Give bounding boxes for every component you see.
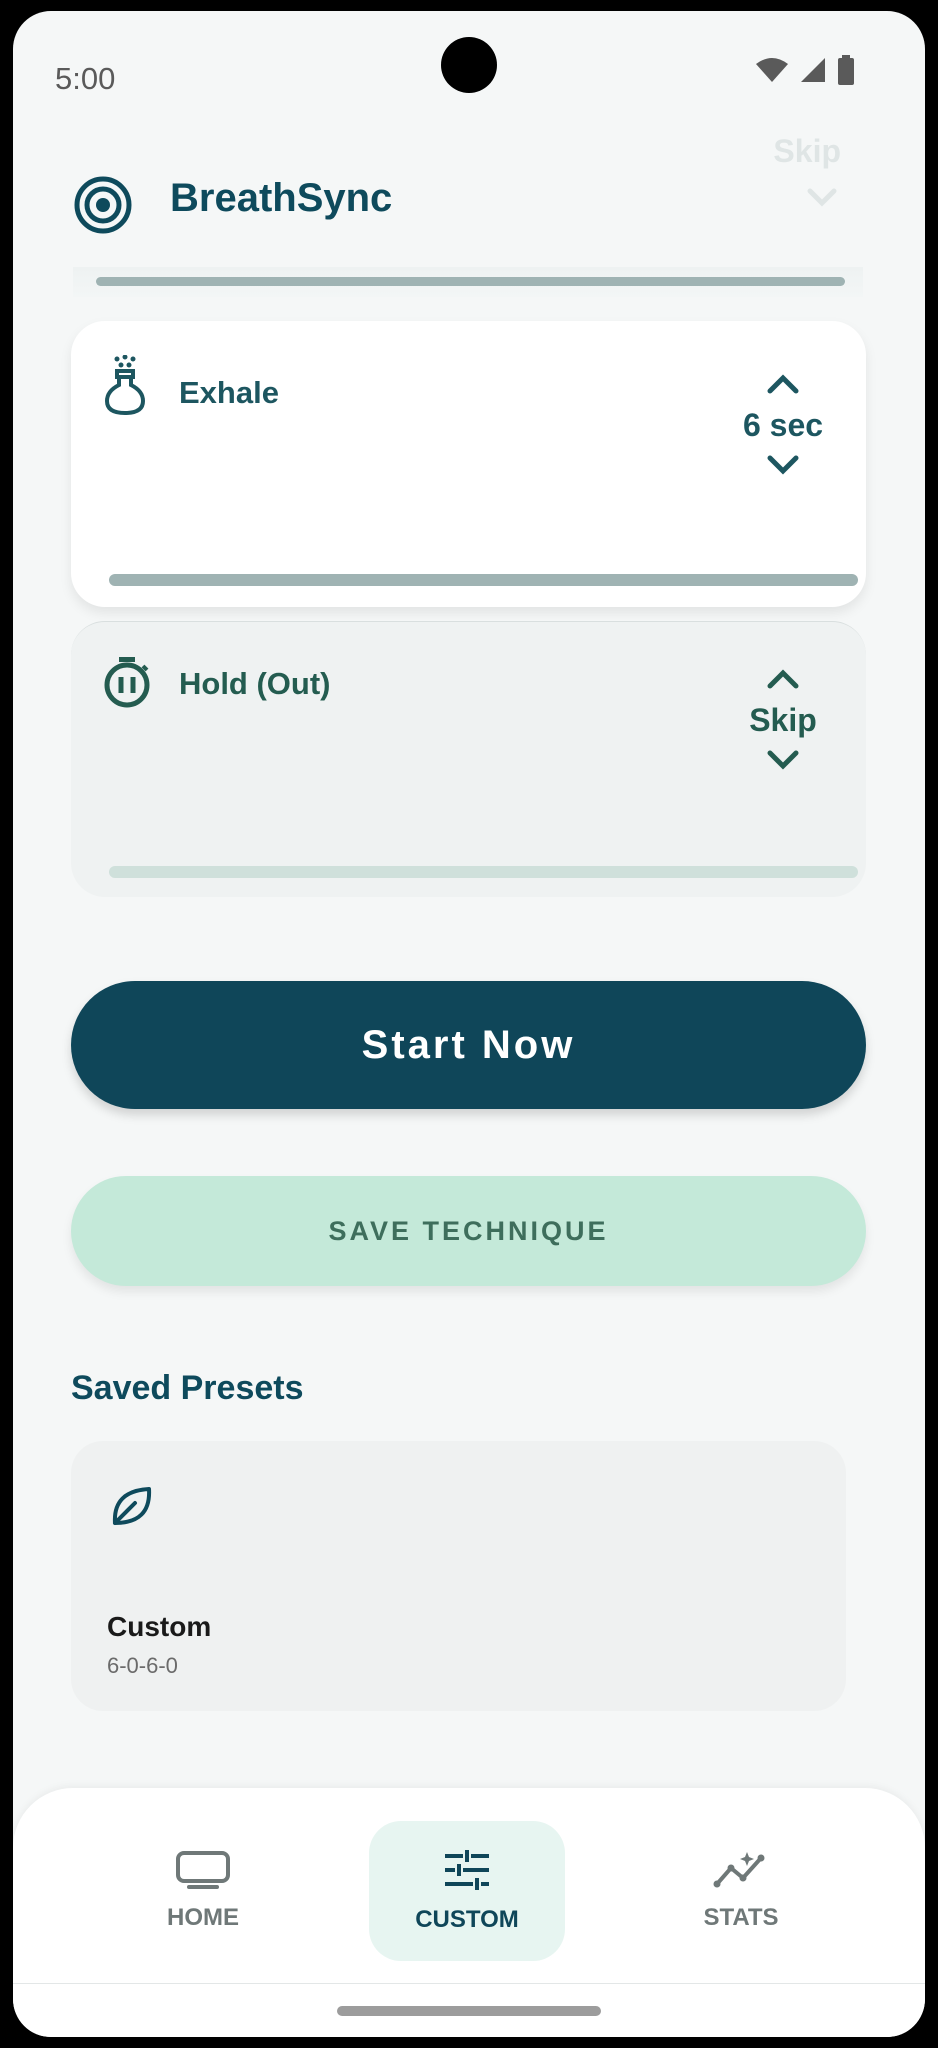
duration-value: Skip — [749, 702, 817, 738]
nav-divider — [13, 1983, 925, 1984]
nav-stats[interactable]: STATS — [643, 1821, 839, 1961]
previous-phase-progress — [96, 277, 845, 286]
stopwatch-icon — [101, 656, 153, 713]
preset-name: Custom — [107, 1611, 212, 1642]
status-time: 5:00 — [55, 61, 116, 96]
nav-label: STATS — [703, 1904, 779, 1931]
tv-icon — [176, 1851, 230, 1889]
leaf-icon — [109, 1483, 155, 1534]
bottom-navigation: HOME CUSTOM STATS — [13, 1788, 925, 2037]
phase-label: Hold (Out) — [179, 666, 331, 701]
phase-card-exhale[interactable]: Exhale 6 sec — [71, 321, 866, 607]
phase-card-hold-out[interactable]: Hold (Out) Skip — [71, 621, 866, 897]
phase-progress-bar — [109, 574, 858, 586]
nav-label: HOME — [167, 1904, 239, 1931]
duration-value: 6 sec — [742, 407, 824, 443]
save-technique-button[interactable]: SAVE TECHNIQUE — [71, 1176, 866, 1286]
nav-home[interactable]: HOME — [105, 1821, 301, 1961]
app-screen: 5:00 BreathSync Skip Exhale 6 sec Hold (… — [13, 11, 925, 2037]
insights-icon — [713, 1852, 765, 1888]
chevron-down-icon[interactable] — [766, 454, 800, 476]
signal-icon — [801, 58, 825, 82]
duration-stepper: 6 sec — [718, 373, 848, 476]
chevron-up-icon[interactable] — [766, 373, 800, 395]
status-icons — [755, 55, 855, 85]
target-logo-icon — [73, 175, 133, 240]
preset-card[interactable]: Custom 6-0-6-0 — [71, 1441, 846, 1711]
start-now-button[interactable]: Start Now — [71, 981, 866, 1109]
gesture-home-indicator[interactable] — [337, 2006, 601, 2016]
duration-stepper: Skip — [718, 668, 848, 771]
wifi-icon — [756, 58, 788, 82]
battery-icon — [838, 55, 854, 85]
nav-custom[interactable]: CUSTOM — [369, 1821, 565, 1961]
preset-pattern: 6-0-6-0 — [107, 1653, 178, 1678]
chevron-up-icon[interactable] — [766, 668, 800, 690]
previous-phase-value: Skip — [773, 133, 841, 169]
phase-label: Exhale — [179, 375, 279, 410]
chevron-down-icon[interactable] — [766, 749, 800, 771]
tune-icon — [445, 1850, 489, 1890]
camera-cutout — [441, 37, 497, 93]
chevron-down-icon[interactable] — [807, 187, 837, 212]
saved-presets-heading: Saved Presets — [71, 1369, 304, 1407]
nav-label: CUSTOM — [415, 1906, 519, 1933]
phase-progress-bar — [109, 866, 858, 878]
app-title: BreathSync — [170, 176, 393, 220]
exhale-flask-icon — [101, 354, 149, 422]
